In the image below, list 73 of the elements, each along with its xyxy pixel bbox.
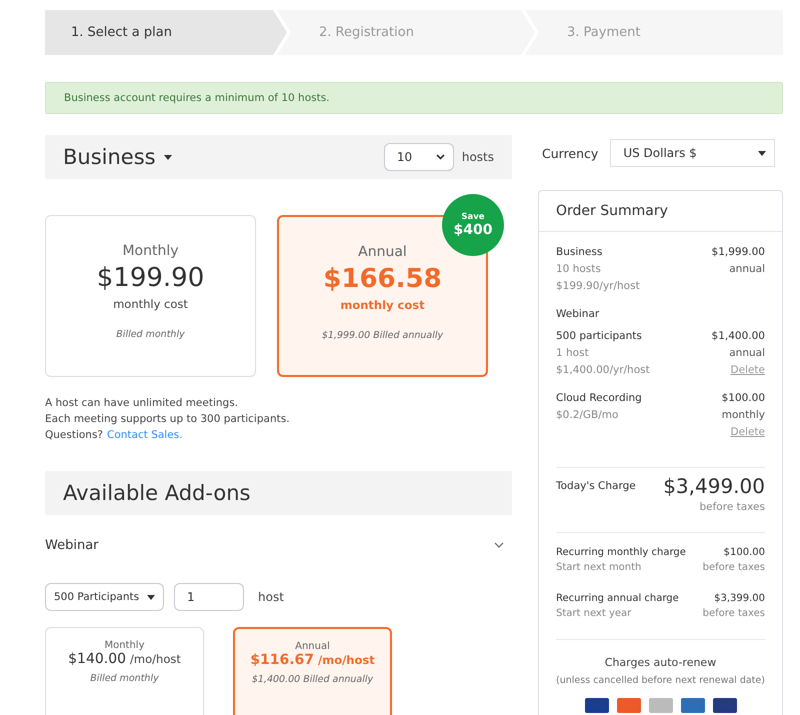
renew-title: Charges auto-renew: [604, 656, 716, 669]
unit-text: monthly cost: [113, 297, 188, 311]
chevron-down-icon: [436, 154, 445, 160]
unit-text: /mo/host: [318, 653, 375, 667]
recurring-start: Start next year: [556, 608, 632, 619]
item-title: 500 participants: [556, 330, 642, 342]
billing-period: monthly: [722, 409, 765, 421]
currency-select[interactable]: US Dollars $: [610, 139, 776, 167]
billing-text: $1,999.00 Billed annually: [322, 330, 444, 341]
todays-charge-amount: $3,499.00: [663, 474, 765, 498]
billing-period: annual: [729, 347, 765, 359]
plan-note: A host can have unlimited meetings.: [45, 396, 240, 411]
hosts-select[interactable]: 10: [384, 143, 454, 171]
billing-period: annual: [729, 263, 765, 275]
caret-icon: [164, 154, 172, 160]
period-label: Annual: [358, 244, 407, 260]
price-text: $140.00: [68, 651, 126, 667]
item-title: Cloud Recording: [556, 392, 642, 404]
addons-header: Available Add-ons: [45, 471, 512, 515]
caret-icon: [147, 594, 156, 600]
plan-option-card[interactable]: Monthly $199.90 monthly cost Billed monthly: [45, 215, 256, 377]
addon-accordion[interactable]: Webinar: [45, 515, 512, 575]
price-text: $199.90: [96, 263, 204, 293]
renew-note: (unless cancelled before next renewal date): [556, 675, 765, 686]
hosts-label: hosts: [462, 150, 494, 164]
price-text: $116.67: [250, 652, 314, 668]
alert-message: Business account requires a minimum of 10 hosts.: [45, 82, 783, 114]
item-detail: $0.2/GB/mo: [556, 409, 618, 421]
recurring-label: Recurring monthly charge: [556, 547, 686, 558]
addon-option-card[interactable]: Annual $116.67 /mo/host $1,400.00 Billed annually: [233, 627, 392, 715]
tax-note: before taxes: [702, 562, 765, 573]
item-title: Business: [556, 246, 602, 258]
payment-card-icon: [712, 698, 736, 713]
plan-dropdown[interactable]: Business: [63, 145, 156, 169]
recurring-label: Recurring annual charge: [556, 593, 679, 604]
payment-card-icon: [648, 698, 672, 713]
step-tab[interactable]: 1. Select a plan: [45, 10, 287, 55]
payment-card-icon: [584, 698, 608, 713]
todays-charge-label: Today's Charge: [556, 480, 636, 492]
currency-label: Currency: [542, 146, 598, 160]
price-text: $166.58: [323, 264, 442, 294]
save-badge: Save $400: [442, 194, 504, 256]
host-count-field[interactable]: 1: [174, 583, 244, 611]
tax-note: before taxes: [699, 501, 765, 513]
recurring-amount: $3,399.00: [714, 593, 765, 604]
plan-note: Each meeting supports up to 300 participants.: [45, 412, 291, 427]
item-amount: $100.00: [722, 392, 765, 404]
billing-text: Billed monthly: [116, 329, 185, 340]
unit-text: /mo/host: [130, 652, 181, 666]
order-summary-title: Order Summary: [539, 191, 782, 232]
unit-text: monthly cost: [340, 298, 425, 312]
caret-icon: [758, 150, 766, 156]
item-detail: 1 host: [556, 347, 589, 359]
billing-text: Billed monthly: [90, 673, 159, 684]
tax-note: before taxes: [702, 608, 765, 619]
recurring-amount: $100.00: [724, 547, 765, 558]
host-label: host: [258, 590, 284, 604]
item-detail: 10 hosts: [556, 263, 601, 275]
recurring-start: Start next month: [556, 562, 642, 573]
payment-card-icon: [680, 698, 704, 713]
addon-option-card[interactable]: Monthly $140.00 /mo/host Billed monthly: [45, 627, 204, 715]
group-title: Webinar: [556, 308, 600, 320]
period-label: Monthly: [104, 640, 145, 651]
payment-card-icon: [616, 698, 640, 713]
participants-dropdown[interactable]: 500 Participants: [45, 583, 164, 611]
period-label: Annual: [295, 641, 330, 652]
billing-text: $1,400.00 Billed annually: [252, 674, 374, 685]
item-amount: $1,999.00: [712, 246, 765, 258]
questions-text: Questions?: [45, 428, 104, 443]
item-detail: $199.90/yr/host: [556, 280, 640, 292]
item-amount: $1,400.00: [712, 330, 765, 342]
period-label: Monthly: [122, 243, 179, 259]
item-detail: $1,400.00/yr/host: [556, 364, 650, 376]
